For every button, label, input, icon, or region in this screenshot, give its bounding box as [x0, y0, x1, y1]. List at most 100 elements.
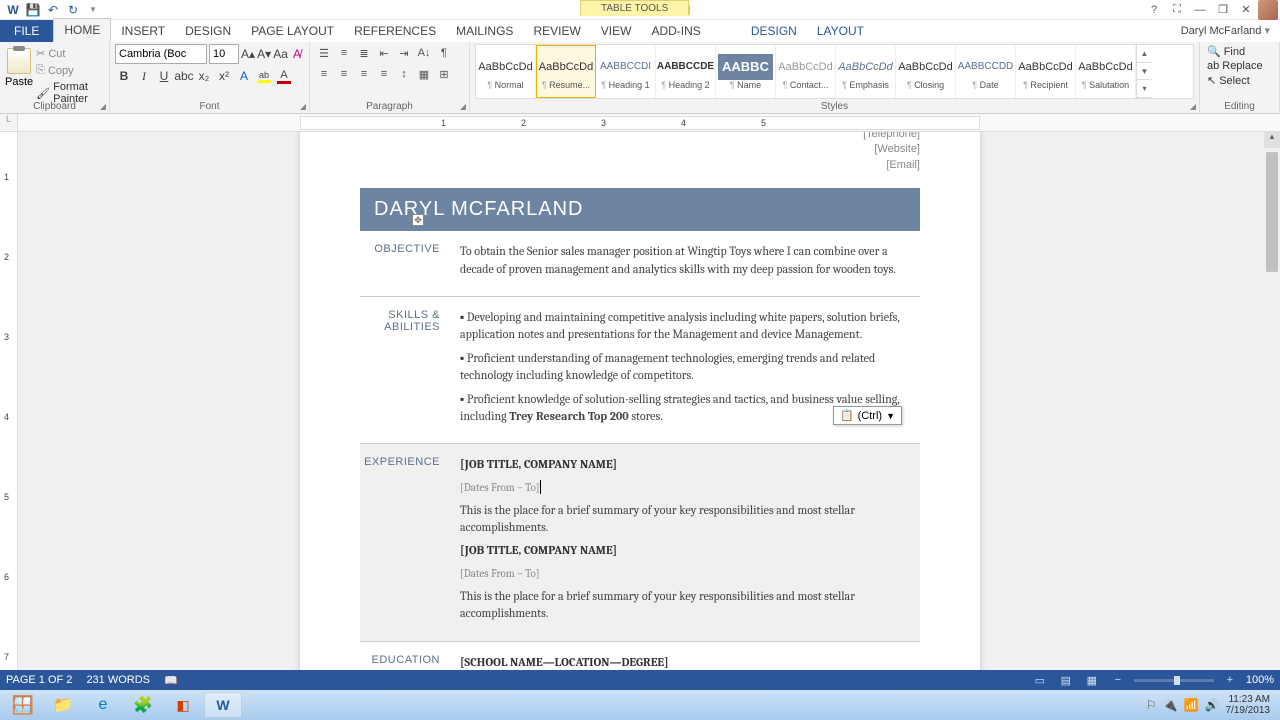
save-icon[interactable]: 💾 — [25, 2, 41, 18]
copy-button[interactable]: ⎘Copy — [33, 63, 104, 78]
font-name-input[interactable] — [115, 44, 207, 64]
maximize-icon[interactable]: ❐ — [1212, 1, 1234, 19]
ie-icon[interactable]: e — [84, 692, 122, 718]
page-indicator[interactable]: PAGE 1 OF 2 — [6, 674, 72, 687]
scroll-up-icon[interactable]: ▲ — [1264, 132, 1280, 148]
multilevel-button[interactable]: ≣ — [355, 44, 373, 62]
style-heading2[interactable]: AABBCCDEHeading 2 — [656, 45, 716, 98]
cut-button[interactable]: ✂Cut — [33, 46, 104, 61]
font-dialog-launcher[interactable]: ◢ — [300, 102, 306, 111]
subscript-button[interactable]: x₂ — [195, 67, 213, 85]
signed-in-user[interactable]: Daryl McFarland — [1181, 24, 1270, 37]
styles-dialog-launcher[interactable]: ◢ — [1190, 102, 1196, 111]
tab-insert[interactable]: INSERT — [111, 20, 175, 42]
tray-network-icon[interactable]: 📶 — [1184, 698, 1199, 712]
sort-button[interactable]: A↓ — [415, 44, 433, 62]
style-closing[interactable]: AaBbCcDdClosing — [896, 45, 956, 98]
align-right-button[interactable]: ≡ — [355, 65, 373, 83]
bullets-button[interactable]: ☰ — [315, 44, 333, 62]
tab-home[interactable]: HOME — [53, 18, 111, 42]
tab-file[interactable]: FILE — [0, 20, 53, 42]
table-move-handle[interactable]: ✥ — [412, 214, 424, 226]
bold-button[interactable]: B — [115, 67, 133, 85]
read-mode-button[interactable]: ▭ — [1030, 672, 1050, 688]
tab-page-layout[interactable]: PAGE LAYOUT — [241, 20, 344, 42]
paste-options-button[interactable]: 📋 (Ctrl) ▼ — [833, 406, 902, 425]
ruler-horizontal[interactable]: L 1 2 3 4 5 — [0, 114, 1280, 132]
tab-table-design[interactable]: DESIGN — [741, 20, 807, 42]
scroll-thumb[interactable] — [1266, 152, 1278, 272]
select-button[interactable]: ↖Select — [1205, 73, 1274, 88]
tab-references[interactable]: REFERENCES — [344, 20, 446, 42]
help-icon[interactable]: ? — [1143, 1, 1165, 19]
print-layout-button[interactable]: ▤ — [1056, 672, 1076, 688]
tab-design[interactable]: DESIGN — [175, 20, 241, 42]
taskbar-clock[interactable]: 11:23 AM 7/19/2013 — [1226, 694, 1271, 716]
word-taskbar-icon[interactable]: W — [204, 692, 242, 718]
style-date[interactable]: AABBCCDDDate — [956, 45, 1016, 98]
align-center-button[interactable]: ≡ — [335, 65, 353, 83]
style-name-style[interactable]: AABBCName — [716, 45, 776, 98]
tab-view[interactable]: VIEW — [591, 20, 642, 42]
paragraph-dialog-launcher[interactable]: ◢ — [460, 102, 466, 111]
system-tray[interactable]: ⚐ 🔌 📶 🔊 11:23 AM 7/19/2013 — [1146, 694, 1276, 716]
section-objective[interactable]: OBJECTIVE To obtain the Senior sales man… — [360, 231, 920, 297]
zoom-in-button[interactable]: + — [1220, 672, 1240, 688]
section-experience[interactable]: EXPERIENCE [JOB TITLE, COMPANY NAME] [Da… — [360, 444, 920, 641]
clear-format-button[interactable]: A̸ — [290, 45, 304, 63]
tab-review[interactable]: REVIEW — [523, 20, 590, 42]
highlight-button[interactable]: ab — [255, 67, 273, 85]
replace-button[interactable]: abReplace — [1205, 59, 1274, 73]
find-button[interactable]: 🔍Find — [1205, 44, 1274, 59]
undo-icon[interactable]: ↶ — [45, 2, 61, 18]
contact-info[interactable]: [Telephone] [Website] [Email] — [360, 132, 920, 173]
tray-power-icon[interactable]: 🔌 — [1163, 698, 1178, 712]
style-resume[interactable]: AaBbCcDdResume... — [536, 45, 596, 98]
style-emphasis[interactable]: AaBbCcDdEmphasis — [836, 45, 896, 98]
justify-button[interactable]: ≡ — [375, 65, 393, 83]
show-marks-button[interactable]: ¶ — [435, 44, 453, 62]
redo-icon[interactable]: ↻ — [65, 2, 81, 18]
resume-name[interactable]: DARYL MCFARLAND — [360, 188, 920, 231]
grow-font-button[interactable]: A▴ — [241, 45, 255, 63]
clipboard-dialog-launcher[interactable]: ◢ — [100, 102, 106, 111]
strikethrough-button[interactable]: abc — [175, 67, 193, 85]
align-left-button[interactable]: ≡ — [315, 65, 333, 83]
style-normal[interactable]: AaBbCcDdNormal — [476, 45, 536, 98]
page[interactable]: [Telephone] [Website] [Email] ✥ DARYL MC… — [300, 132, 980, 690]
shrink-font-button[interactable]: A▾ — [257, 45, 271, 63]
ruler-vertical[interactable]: 1 2 3 4 5 6 7 — [0, 132, 18, 690]
minimize-icon[interactable]: — — [1189, 1, 1211, 19]
numbering-button[interactable]: ≡ — [335, 44, 353, 62]
tray-flag-icon[interactable]: ⚐ — [1146, 698, 1157, 712]
zoom-slider[interactable] — [1134, 679, 1214, 682]
tab-addins[interactable]: ADD-INS — [641, 20, 710, 42]
shading-button[interactable]: ▦ — [415, 65, 433, 83]
style-heading1[interactable]: AABBCCDIHeading 1 — [596, 45, 656, 98]
paste-button[interactable]: Paste — [5, 44, 33, 98]
user-avatar[interactable] — [1258, 0, 1278, 20]
borders-button[interactable]: ⊞ — [435, 65, 453, 83]
increase-indent-button[interactable]: ⇥ — [395, 44, 413, 62]
office-icon[interactable]: ◧ — [164, 692, 202, 718]
styles-gallery[interactable]: AaBbCcDdNormal AaBbCcDdResume... AABBCCD… — [475, 44, 1194, 99]
line-spacing-button[interactable]: ↕ — [395, 65, 413, 83]
superscript-button[interactable]: x² — [215, 67, 233, 85]
qat-more-icon[interactable]: ▼ — [85, 2, 101, 18]
document-area[interactable]: 1 2 3 4 5 6 7 [Telephone] [Website] [Ema… — [0, 132, 1264, 690]
italic-button[interactable]: I — [135, 67, 153, 85]
style-salutation[interactable]: AaBbCcDdSalutation — [1076, 45, 1136, 98]
font-size-input[interactable] — [209, 44, 239, 64]
app-icon[interactable]: 🧩 — [124, 692, 162, 718]
text-effects-button[interactable]: A — [235, 67, 253, 85]
tray-volume-icon[interactable]: 🔊 — [1205, 698, 1220, 712]
vertical-scrollbar[interactable]: ▲ ▼ — [1264, 132, 1280, 690]
word-count[interactable]: 231 WORDS — [86, 674, 150, 687]
style-recipient[interactable]: AaBbCcDdRecipient — [1016, 45, 1076, 98]
zoom-out-button[interactable]: − — [1108, 672, 1128, 688]
close-icon[interactable]: ✕ — [1235, 1, 1257, 19]
change-case-button[interactable]: Aa — [273, 45, 288, 63]
tab-table-layout[interactable]: LAYOUT — [807, 20, 874, 42]
styles-scroll[interactable]: ▲▼▾ — [1136, 45, 1152, 98]
font-color-button[interactable]: A — [275, 67, 293, 85]
